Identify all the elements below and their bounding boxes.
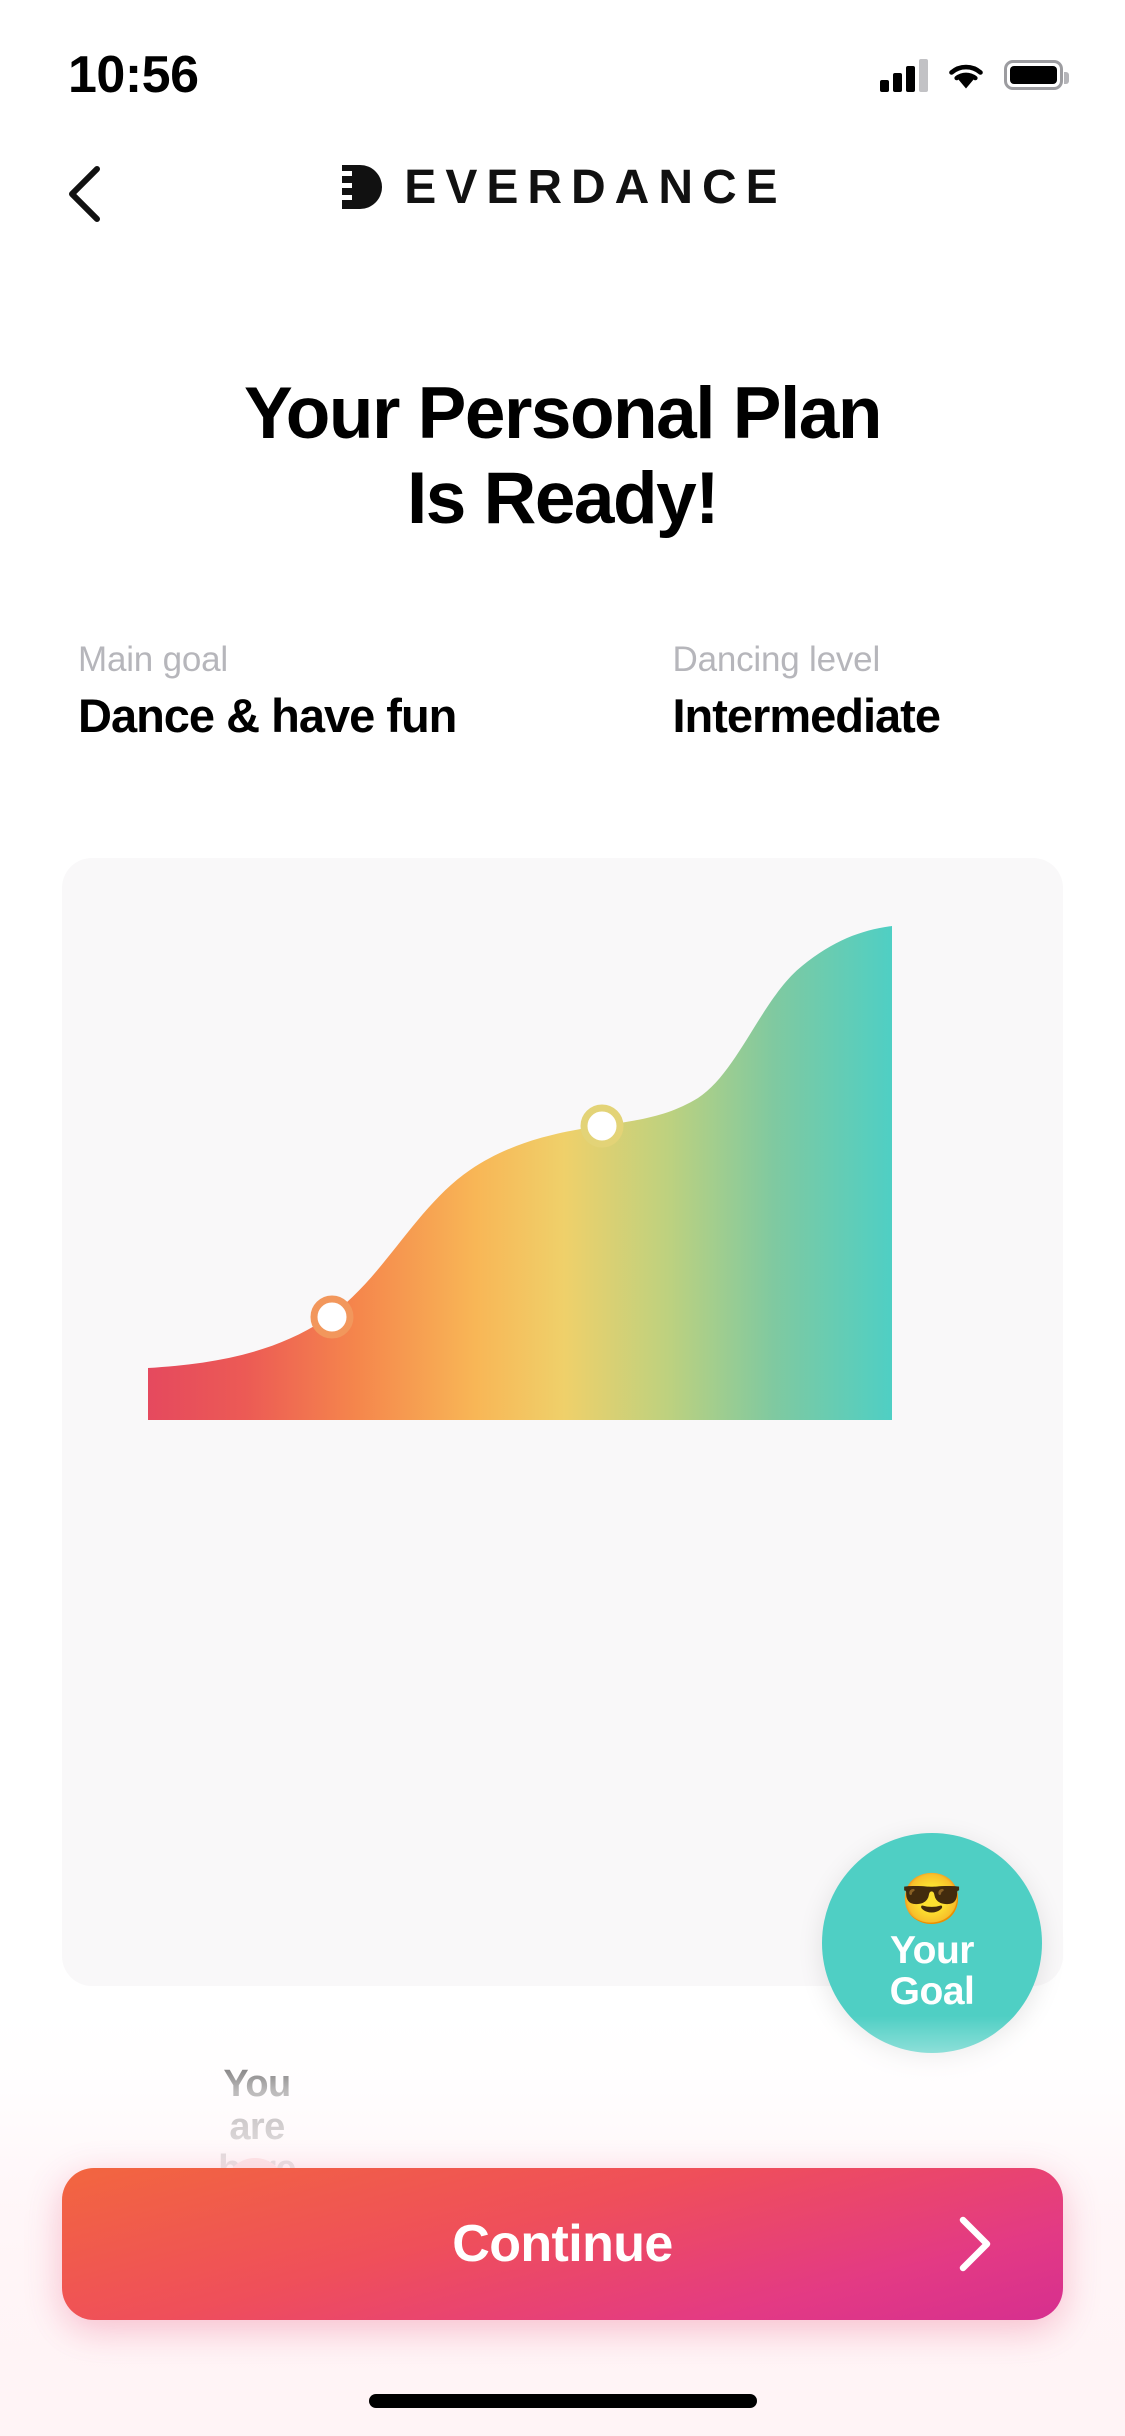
cellular-signal-icon [880,58,928,92]
continue-button[interactable]: Continue [62,2168,1063,2320]
progress-chart-svg [148,926,892,1420]
app-header: EVERDANCE [0,132,1125,242]
progress-chart [62,858,1063,1458]
wifi-icon [949,64,983,89]
plan-card: You are here 😎 Your Goal 🥛 74 fl oz Dail… [62,858,1063,2436]
chevron-right-icon [959,2216,991,2272]
status-time: 10:56 [68,46,199,104]
status-bar: 10:56 [0,0,1125,132]
summary-main-goal: Main goal Dance & have fun [78,640,563,743]
summary-strip: Main goal Dance & have fun Dancing level… [0,640,1125,743]
status-icons [880,58,1069,92]
your-goal-line1: Your [890,1928,974,1972]
sunglasses-face-emoji: 😎 [900,1870,964,1927]
dancing-level-value: Intermediate [672,689,941,742]
main-goal-value: Dance & have fun [78,689,457,742]
app-screen: 10:56 EVERDANCE Your Personal Plan Is Re… [0,0,1125,2436]
brand-name: EVERDANCE [404,160,787,214]
battery-icon [1004,60,1069,90]
you-are-here-line1: You are [223,2063,291,2148]
main-goal-caption: Main goal [78,640,228,679]
page-title-line1: Your Personal Plan [244,373,882,454]
partying-face-emoji: 🥳 [1110,2286,1125,2364]
brand-logo: EVERDANCE [0,132,1125,242]
your-goal-label: Your Goal [889,1928,975,2013]
dancing-level-caption: Dancing level [672,640,881,679]
continue-button-label: Continue [452,2215,673,2273]
your-goal-line2: Goal [889,1970,975,2013]
everdance-d-logo-icon [338,165,383,209]
your-goal-bubble: 😎 Your Goal [822,1833,1042,2053]
summary-dancing-level: Dancing level Intermediate [563,640,1048,743]
page-title-line2: Is Ready! [406,457,720,539]
home-indicator [368,2394,757,2408]
page-title: Your Personal Plan Is Ready! [0,372,1125,541]
